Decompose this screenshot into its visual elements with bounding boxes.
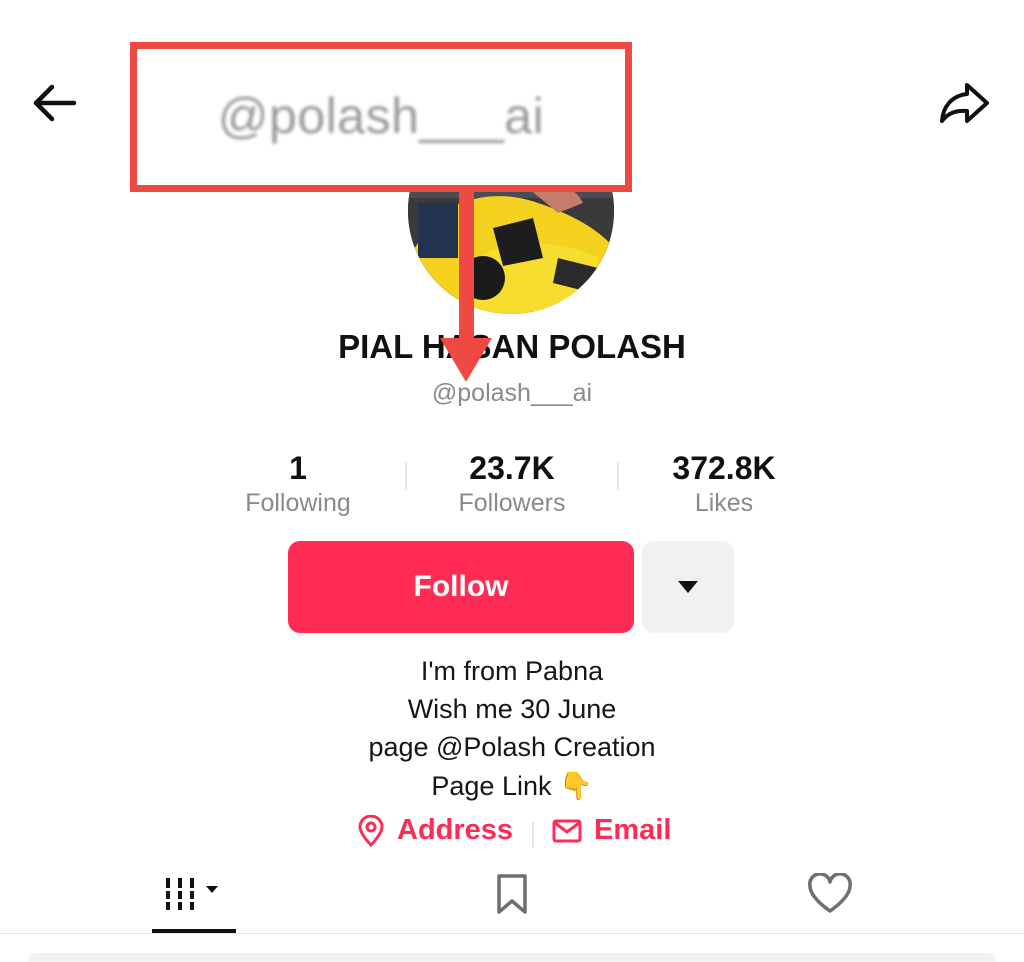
tabs-divider xyxy=(0,933,1024,934)
more-options-button[interactable] xyxy=(642,541,734,633)
email-label: Email xyxy=(594,814,672,846)
bookmark-icon xyxy=(497,874,527,914)
address-link[interactable]: Address xyxy=(357,814,513,847)
back-button[interactable] xyxy=(24,78,84,128)
bio-line: I'm from Pabna xyxy=(420,656,604,686)
stat-likes[interactable]: 372.8K Likes xyxy=(624,450,824,518)
annotation-arrow xyxy=(440,190,492,382)
stat-value: 372.8K xyxy=(672,450,776,486)
envelope-icon xyxy=(552,819,582,842)
bio-line: Wish me 30 June xyxy=(407,694,617,724)
stat-value: 23.7K xyxy=(469,450,555,486)
profile-handle: @polash___ai xyxy=(431,379,593,407)
bio-line: Page Link 👇 xyxy=(431,771,593,801)
stat-label: Followers xyxy=(458,489,566,517)
heart-icon xyxy=(808,873,852,913)
chevron-down-icon xyxy=(678,581,698,593)
grid-icon xyxy=(160,878,218,910)
share-button[interactable] xyxy=(932,76,996,130)
stat-followers[interactable]: 23.7K Followers xyxy=(412,450,612,518)
stat-value: 1 xyxy=(289,450,307,486)
stat-label: Likes xyxy=(694,489,754,517)
highlight-box: @polash___ai xyxy=(130,42,632,192)
address-label: Address xyxy=(397,814,514,846)
share-icon xyxy=(940,83,989,123)
back-arrow-icon xyxy=(33,84,77,122)
display-name: PIAL HASAN POLASH xyxy=(338,328,686,365)
header-username: @polash___ai xyxy=(217,88,545,144)
follow-button[interactable]: Follow xyxy=(288,541,634,633)
tab-saved[interactable] xyxy=(484,864,540,924)
link-divider xyxy=(532,822,534,848)
bio-line: page @Polash Creation xyxy=(368,732,656,762)
content-area-edge xyxy=(28,953,996,962)
stat-divider xyxy=(617,462,619,490)
tab-liked[interactable] xyxy=(800,864,860,924)
stat-label: Following xyxy=(245,489,351,517)
stat-following[interactable]: 1 Following xyxy=(198,450,398,518)
location-pin-icon xyxy=(358,814,384,847)
tab-videos[interactable] xyxy=(150,864,236,924)
stat-divider xyxy=(405,462,407,490)
email-link[interactable]: Email xyxy=(552,814,671,847)
